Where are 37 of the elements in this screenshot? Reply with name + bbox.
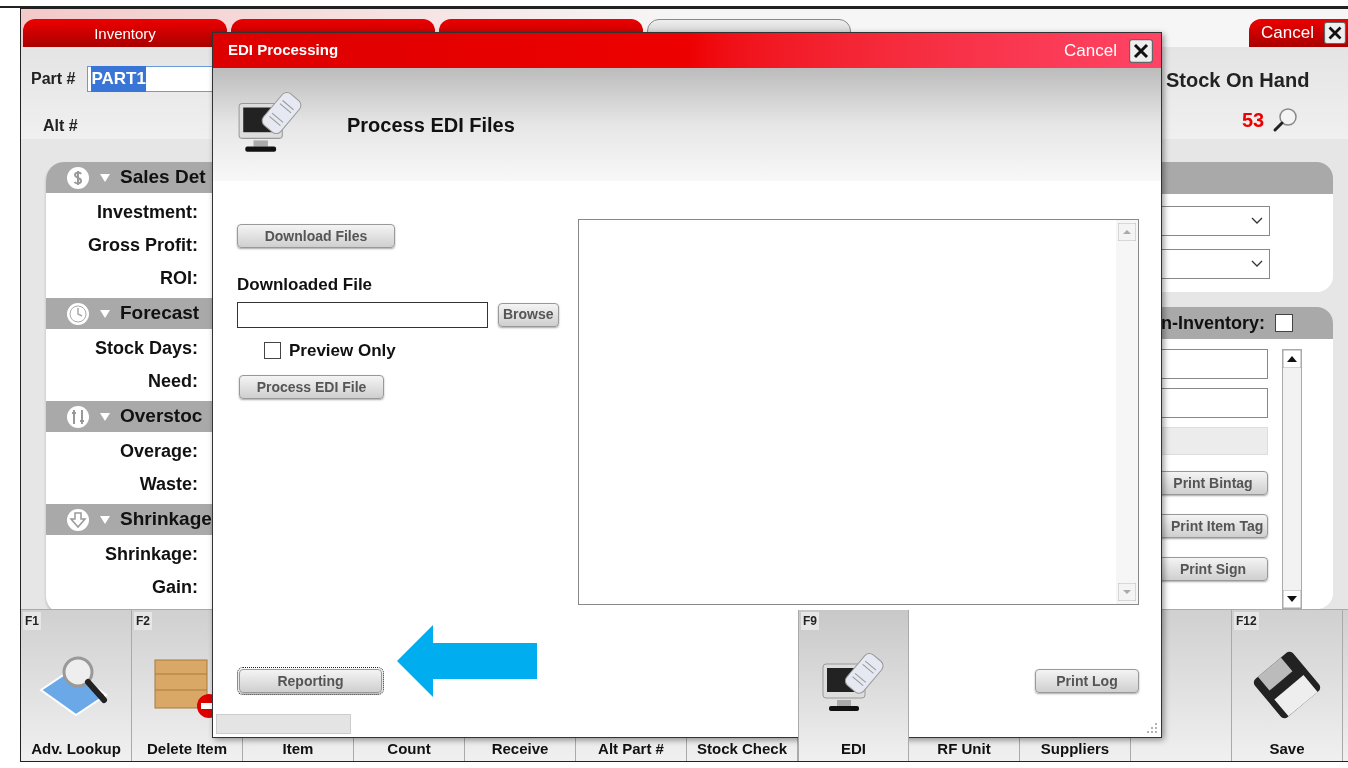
field-label: Stock Days:	[93, 337, 198, 360]
in-inventory-label: n-Inventory:	[1161, 311, 1265, 335]
field-label: Investment:	[95, 201, 198, 224]
section-title: Forecast	[120, 301, 200, 326]
key-label: F1	[23, 612, 41, 630]
field-label: Alt #	[42, 116, 79, 136]
toolbar-label: Item	[282, 738, 314, 759]
field-label: Gain:	[151, 576, 198, 599]
field-label: ROI:	[159, 267, 198, 290]
field-label: Need:	[147, 370, 198, 393]
field-label: Part #	[31, 69, 76, 89]
toolbar-label: Alt Part #	[598, 738, 664, 759]
key-label: F12	[1234, 612, 1259, 630]
toolbar-label: Suppliers	[1040, 738, 1110, 759]
field-label: Overage:	[118, 440, 198, 463]
field-label: Waste:	[138, 473, 198, 496]
field-label: Shrinkage:	[103, 543, 198, 566]
toolbar-label: Adv. Lookup	[31, 738, 121, 759]
toolbar-label: Delete Item	[146, 738, 227, 759]
dialog-title: EDI Processing	[228, 40, 339, 61]
dialog-heading: Process EDI Files	[347, 112, 515, 138]
field-label: Downloaded File	[237, 274, 374, 296]
section-title: Shrinkage	[120, 507, 212, 532]
key-label: F9	[801, 612, 819, 630]
toolbar-label: Save	[1269, 738, 1305, 759]
toolbar-label: Count	[387, 738, 431, 759]
stock-value: 53	[1242, 108, 1265, 133]
toolbar-label: RF Unit	[937, 738, 991, 759]
section-title: Sales Det	[120, 165, 206, 190]
toolbar-label: EDI	[841, 738, 866, 759]
toolbar-label: Stock Check	[696, 738, 787, 759]
key-label: F2	[134, 612, 152, 630]
field-label: Gross Profit:	[87, 234, 198, 257]
checkbox-label: Preview Only	[289, 339, 396, 362]
toolbar-label: Receive	[491, 738, 549, 759]
stock-on-hand-label: Stock On Hand	[1166, 68, 1310, 93]
section-title: Overstoc	[120, 404, 203, 429]
